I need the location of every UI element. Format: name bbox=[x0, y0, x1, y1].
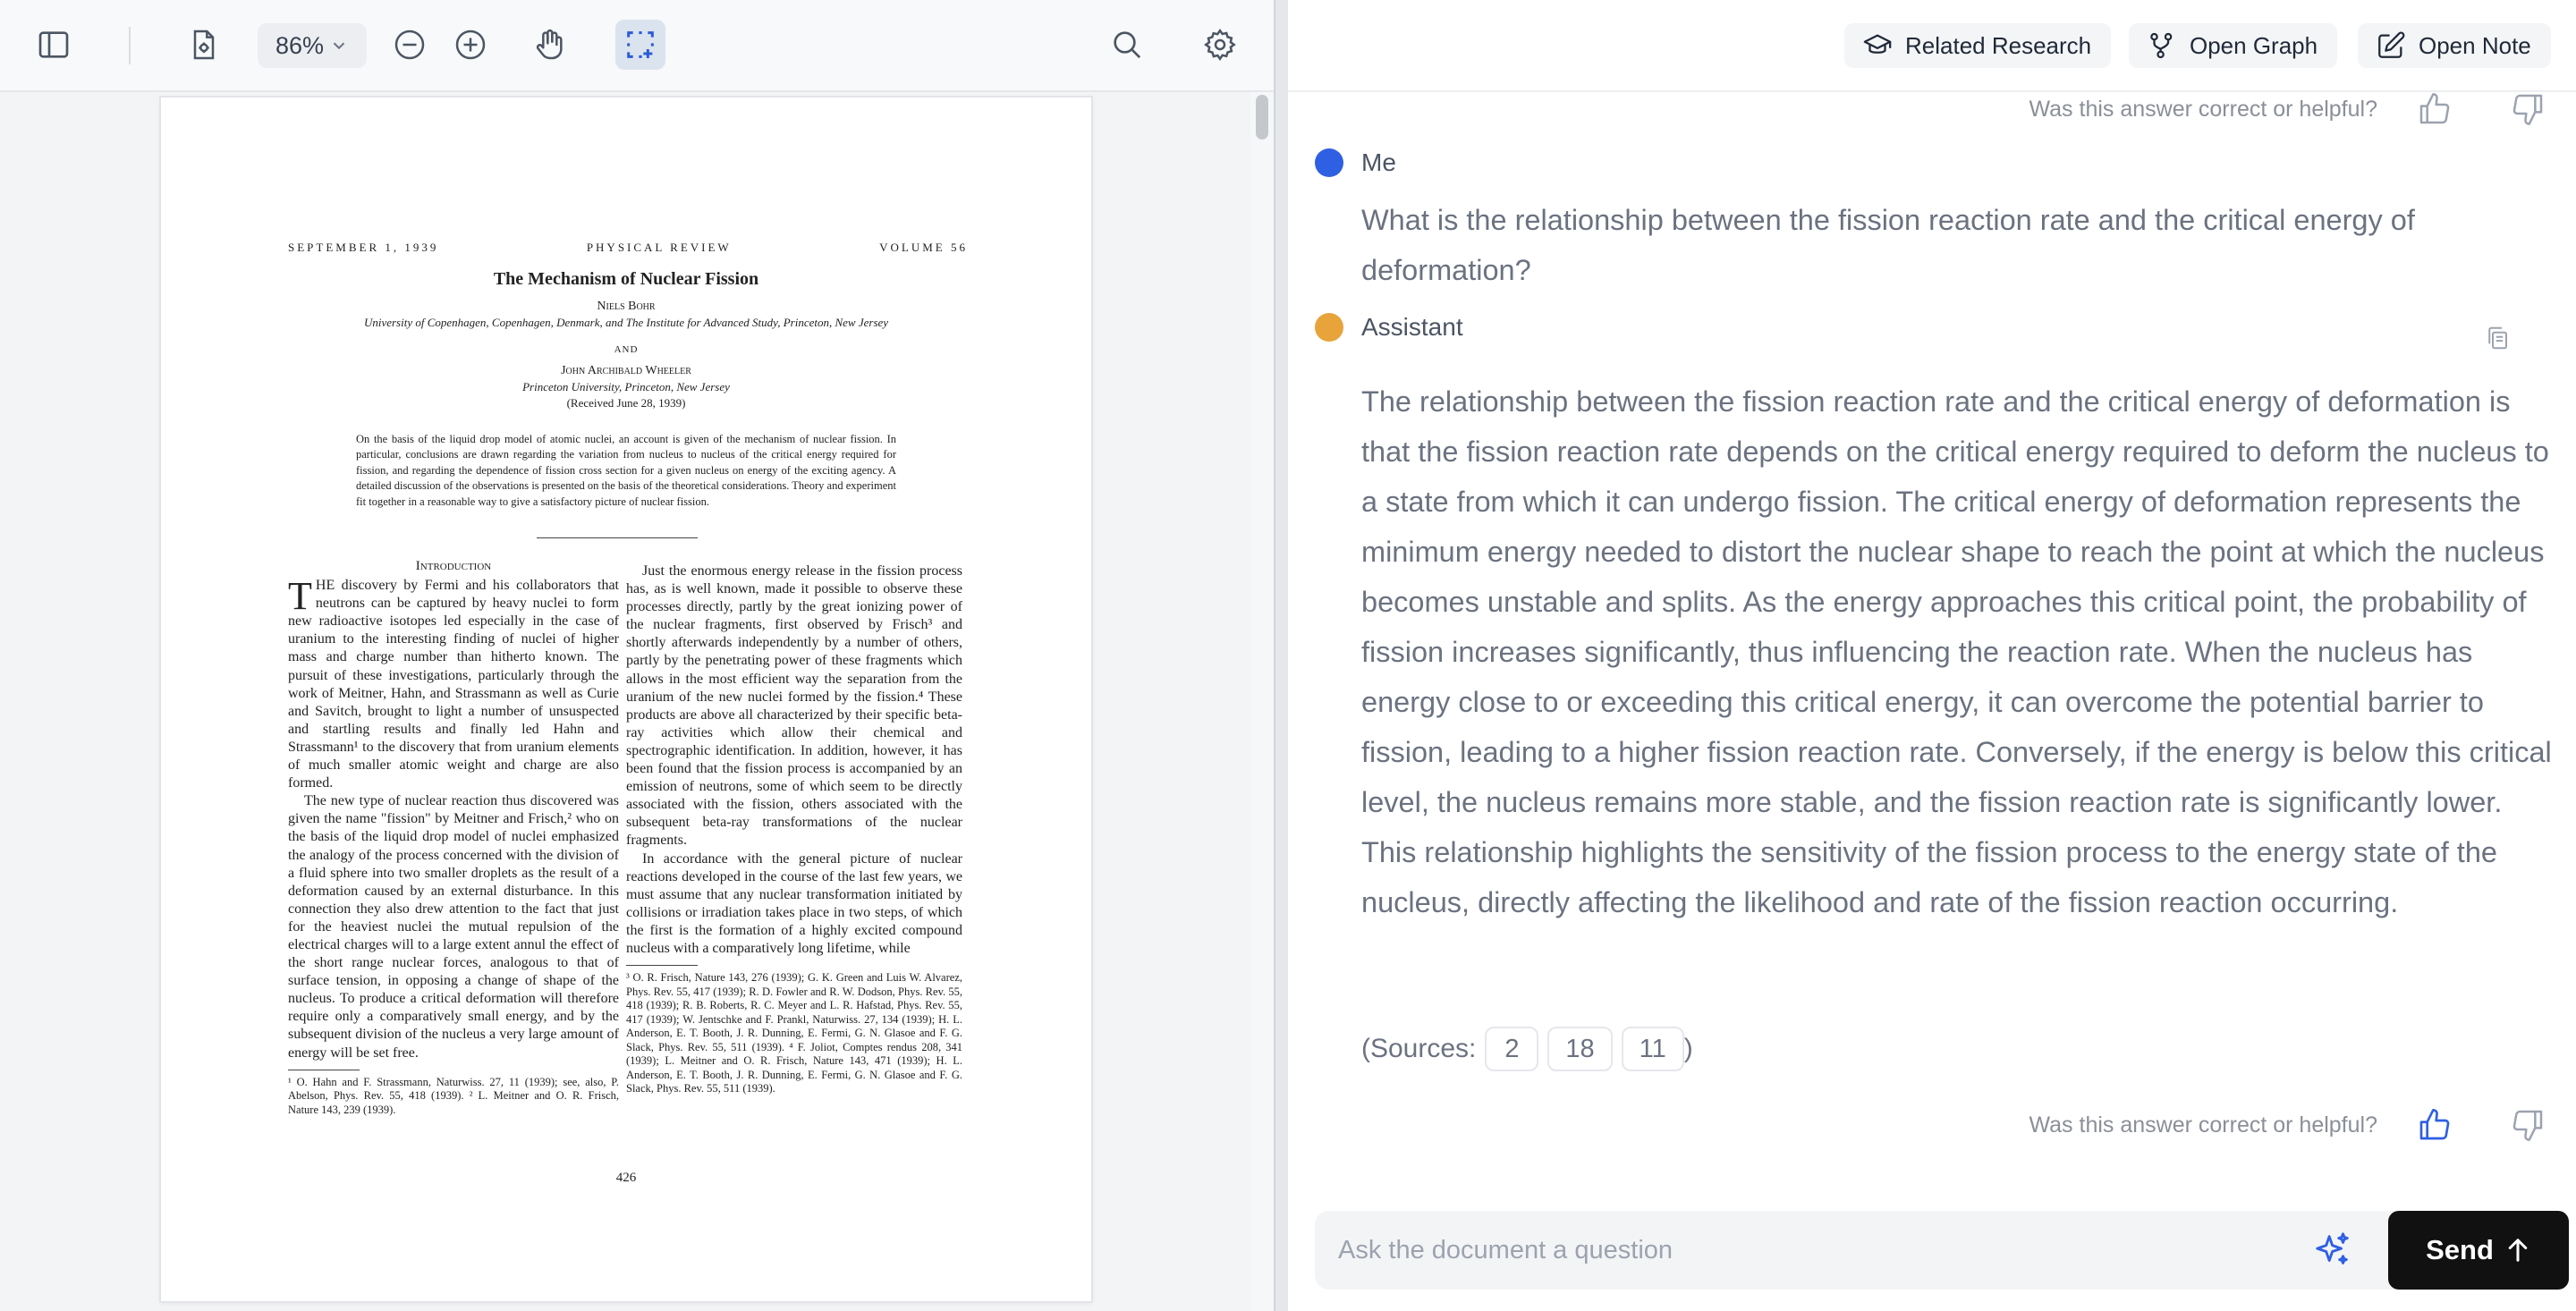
gear-icon bbox=[1203, 28, 1236, 62]
sources-prefix: (Sources: bbox=[1361, 1034, 1477, 1063]
sparkles-icon bbox=[2316, 1232, 2349, 1264]
assistant-avatar-dot bbox=[1315, 313, 1343, 342]
edit-note-icon bbox=[2378, 31, 2405, 58]
author-2: John Archibald Wheeler bbox=[561, 364, 691, 377]
chevron-down-icon bbox=[333, 42, 345, 50]
author-and: AND bbox=[614, 344, 639, 355]
arrow-up-icon bbox=[2508, 1239, 2528, 1262]
running-head-volume: VOLUME 56 bbox=[879, 241, 968, 254]
thumbs-down-icon bbox=[2512, 94, 2543, 125]
col1-footnotes: ¹ O. Hahn and F. Strassmann, Naturwiss. … bbox=[288, 1075, 619, 1116]
open-graph-button[interactable]: Open Graph bbox=[2129, 23, 2338, 68]
pdf-viewer: 86% SEPTEMBER 1, 1939 PHYSICAL REVIEW VO… bbox=[0, 0, 1274, 1311]
user-message-header: Me bbox=[1315, 148, 1396, 177]
user-label: Me bbox=[1361, 148, 1396, 176]
footnote-rule bbox=[626, 965, 698, 967]
graduation-cap-icon bbox=[1863, 34, 1892, 54]
feedback-row-previous: Was this answer correct or helpful? bbox=[1977, 88, 2549, 131]
affiliation-2: Princeton University, Princeton, New Jer… bbox=[522, 380, 730, 393]
affiliation-1: University of Copenhagen, Copenhagen, De… bbox=[363, 316, 889, 329]
assistant-message: The relationship between the fission rea… bbox=[1361, 385, 2552, 918]
pane-resize-handle[interactable] bbox=[1274, 0, 1288, 1311]
running-head-date: SEPTEMBER 1, 1939 bbox=[288, 241, 439, 254]
page-number: 426 bbox=[615, 1171, 637, 1185]
pdf-scrollbar[interactable] bbox=[1250, 92, 1274, 1311]
paper-title: The Mechanism of Nuclear Fission bbox=[493, 269, 759, 289]
graph-branch-icon bbox=[2150, 32, 2173, 59]
drop-cap: T bbox=[288, 574, 312, 619]
area-select-button[interactable] bbox=[615, 20, 665, 70]
related-research-label: Related Research bbox=[1905, 31, 2092, 59]
document-settings-button[interactable] bbox=[179, 20, 229, 70]
col1-paragraph-1: T HE discovery by Fermi and his collabora… bbox=[288, 577, 619, 792]
sidebar-icon bbox=[38, 31, 69, 58]
document-gear-icon bbox=[193, 30, 215, 60]
thumbs-up-button[interactable] bbox=[2413, 1104, 2456, 1146]
thumbs-down-button[interactable] bbox=[2506, 88, 2549, 131]
question-input[interactable] bbox=[1315, 1211, 2299, 1290]
settings-button[interactable] bbox=[1195, 20, 1245, 70]
running-head: SEPTEMBER 1, 1939 PHYSICAL REVIEW VOLUME… bbox=[288, 241, 968, 255]
thumbs-up-icon bbox=[2419, 1109, 2450, 1140]
abstract: On the basis of the liquid drop model of… bbox=[356, 433, 896, 508]
copy-icon bbox=[2488, 326, 2507, 350]
received-date: (Received June 28, 1939) bbox=[566, 396, 686, 410]
thumbs-up-button[interactable] bbox=[2413, 88, 2456, 131]
toolbar-divider bbox=[129, 27, 131, 64]
chat-toolbar: Related Research Open Graph Open Note bbox=[1288, 0, 2576, 92]
zoom-select[interactable]: 86% bbox=[258, 23, 367, 68]
author-1: Niels Bohr bbox=[597, 300, 656, 313]
search-button[interactable] bbox=[1102, 20, 1152, 70]
pdf-page: SEPTEMBER 1, 1939 PHYSICAL REVIEW VOLUME… bbox=[161, 97, 1091, 1301]
col2-paragraph-2: In accordance with the general picture o… bbox=[626, 850, 962, 956]
open-note-label: Open Note bbox=[2419, 31, 2531, 59]
source-chip[interactable]: 2 bbox=[1485, 1027, 1539, 1071]
minus-circle-icon bbox=[394, 30, 425, 60]
col1-paragraph-1-text: HE discovery by Fermi and his collaborat… bbox=[288, 578, 619, 791]
col2-footnotes: ³ O. R. Frisch, Nature 143, 276 (1939); … bbox=[626, 971, 962, 1095]
pdf-toolbar: 86% bbox=[0, 0, 1274, 92]
feedback-row-current: Was this answer correct or helpful? bbox=[1977, 1104, 2549, 1146]
source-chip[interactable]: 18 bbox=[1547, 1027, 1613, 1071]
thumbs-down-icon bbox=[2512, 1110, 2543, 1141]
assistant-label: Assistant bbox=[1361, 313, 1463, 341]
send-button[interactable]: Send bbox=[2388, 1211, 2569, 1290]
ai-suggest-button[interactable] bbox=[2309, 1227, 2356, 1273]
col2-paragraph-1: Just the enormous energy release in the … bbox=[626, 563, 962, 849]
chat-panel: Related Research Open Graph Open Note Wa… bbox=[1288, 0, 2576, 1311]
sidebar-toggle-button[interactable] bbox=[29, 20, 79, 70]
zoom-value: 86% bbox=[275, 31, 325, 59]
pdf-scrollbar-thumb[interactable] bbox=[1256, 95, 1268, 140]
plus-circle-icon bbox=[455, 30, 486, 60]
assistant-message-header: Assistant bbox=[1315, 313, 1463, 342]
open-note-button[interactable]: Open Note bbox=[2358, 23, 2551, 68]
thumbs-up-icon bbox=[2419, 93, 2450, 124]
column-left: Introduction T HE discovery by Fermi and … bbox=[288, 557, 619, 1117]
search-icon bbox=[1114, 31, 1141, 59]
feedback-prompt: Was this answer correct or helpful? bbox=[2029, 1112, 2377, 1138]
pan-tool-button[interactable] bbox=[524, 20, 574, 70]
select-area-icon bbox=[627, 31, 654, 58]
user-message: What is the relationship between the fis… bbox=[1361, 204, 2415, 286]
send-label: Send bbox=[2426, 1234, 2494, 1265]
hand-icon bbox=[536, 29, 563, 60]
open-graph-label: Open Graph bbox=[2190, 31, 2318, 59]
related-research-button[interactable]: Related Research bbox=[1844, 23, 2112, 68]
question-composer: Send bbox=[1315, 1211, 2569, 1290]
pdf-scroll-area[interactable]: SEPTEMBER 1, 1939 PHYSICAL REVIEW VOLUME… bbox=[0, 94, 1274, 1311]
copy-answer-button[interactable] bbox=[2476, 317, 2519, 359]
zoom-in-button[interactable] bbox=[445, 20, 496, 70]
sources-suffix: ) bbox=[1683, 1034, 1693, 1063]
zoom-out-button[interactable] bbox=[385, 20, 435, 70]
thumbs-down-button[interactable] bbox=[2506, 1104, 2549, 1146]
abstract-rule bbox=[537, 537, 698, 538]
user-avatar-dot bbox=[1315, 148, 1343, 177]
col1-paragraph-2: The new type of nuclear reaction thus di… bbox=[288, 793, 619, 1061]
intro-heading: Introduction bbox=[415, 559, 492, 573]
running-head-journal: PHYSICAL REVIEW bbox=[586, 241, 732, 254]
sources-row: (Sources: 2 18 11 ) bbox=[1361, 1027, 1693, 1071]
column-right: Just the enormous energy release in the … bbox=[626, 562, 962, 1096]
feedback-prompt: Was this answer correct or helpful? bbox=[2029, 96, 2377, 122]
source-chip[interactable]: 11 bbox=[1621, 1027, 1684, 1071]
